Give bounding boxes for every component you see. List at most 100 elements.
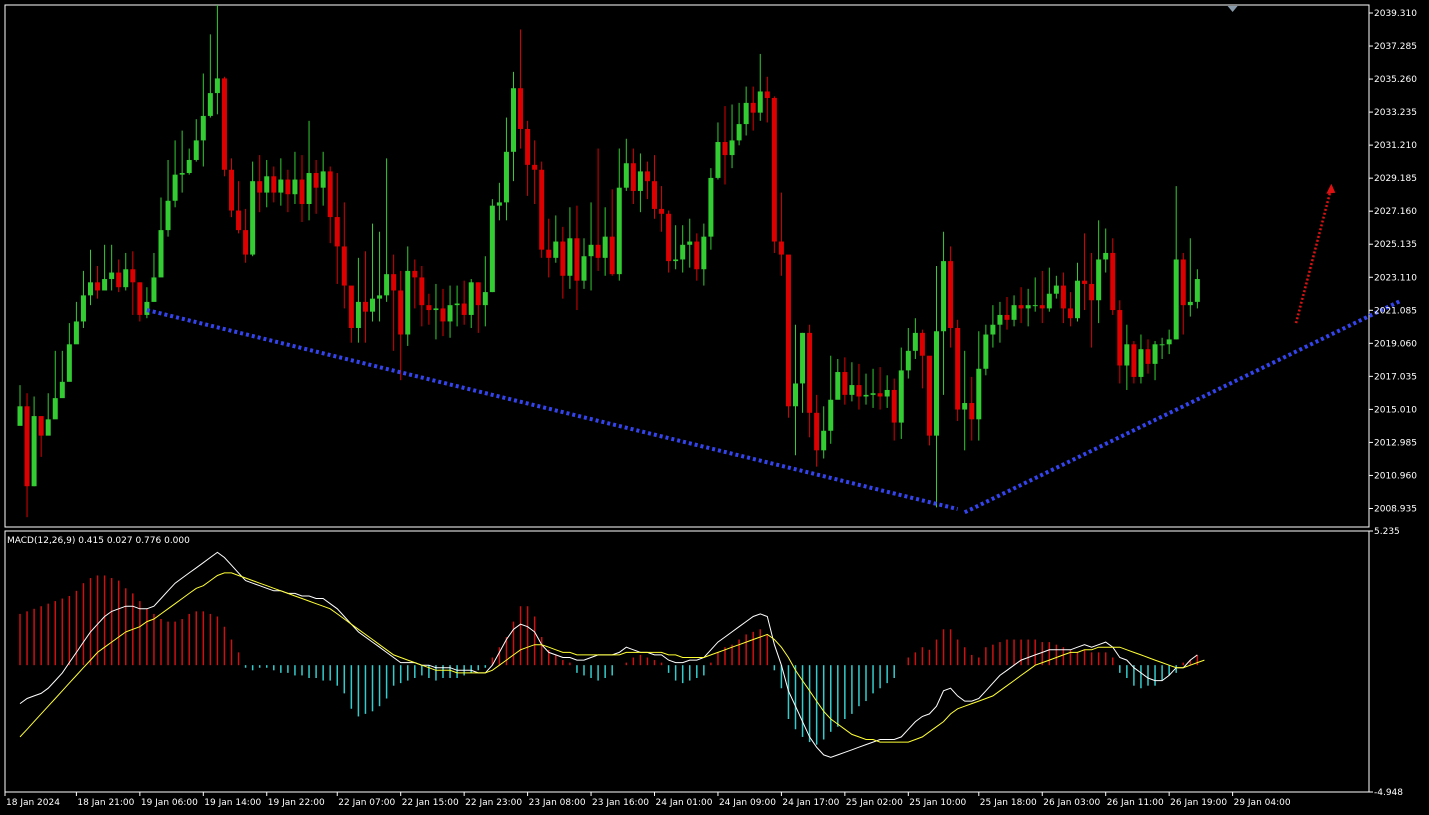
candle-body bbox=[496, 202, 502, 206]
candle-body bbox=[694, 241, 700, 270]
candle-body bbox=[616, 187, 622, 275]
price-tick-label: 2008.935 bbox=[1374, 504, 1417, 514]
candle-body bbox=[602, 236, 608, 258]
candle-body bbox=[503, 151, 509, 203]
candle-body bbox=[722, 142, 728, 156]
candle-body bbox=[88, 282, 93, 296]
candle-body bbox=[489, 205, 495, 293]
candle-body bbox=[299, 179, 305, 205]
candle-body bbox=[327, 171, 333, 218]
price-axis: 2039.310 2037.285 2035.260 2033.235 2031.210… bbox=[1369, 9, 1417, 514]
candle-body bbox=[680, 244, 686, 260]
candle-body bbox=[405, 270, 411, 335]
candle-body bbox=[461, 303, 467, 315]
candle-body bbox=[1110, 252, 1116, 311]
price-tick-label: 2025.135 bbox=[1374, 240, 1417, 250]
candle-body bbox=[384, 274, 390, 296]
candle-body bbox=[341, 246, 347, 286]
candle-body bbox=[151, 277, 157, 302]
candle-body bbox=[1124, 344, 1130, 366]
price-tick-label: 2012.985 bbox=[1374, 438, 1417, 448]
candle-body bbox=[200, 115, 206, 141]
candle-body bbox=[243, 230, 249, 255]
candle-body bbox=[919, 332, 925, 356]
candle-body bbox=[377, 295, 383, 299]
candle-body bbox=[574, 238, 580, 281]
candle-body bbox=[814, 412, 820, 451]
candle-body bbox=[884, 389, 890, 397]
candle-body bbox=[863, 394, 869, 397]
candle-body bbox=[518, 88, 524, 129]
candle-body bbox=[771, 97, 777, 242]
candle-body bbox=[736, 124, 742, 141]
time-tick-label: 26 Jan 03:00 bbox=[1043, 798, 1100, 808]
candle-body bbox=[95, 282, 101, 291]
candle-body bbox=[525, 128, 531, 165]
candle-body bbox=[856, 385, 862, 397]
candle-body bbox=[207, 93, 213, 116]
candle-body bbox=[644, 171, 650, 182]
candle-body bbox=[1180, 259, 1186, 306]
candle-body bbox=[1018, 305, 1024, 309]
time-tick-label: 18 Jan 21:00 bbox=[77, 798, 134, 808]
candle-body bbox=[1089, 283, 1095, 301]
candle-body bbox=[1103, 252, 1109, 260]
candle-body bbox=[1046, 293, 1052, 309]
candle-body bbox=[116, 272, 122, 288]
price-tick-label: 2015.010 bbox=[1374, 405, 1417, 415]
candle-body bbox=[1159, 344, 1165, 346]
candle-body bbox=[757, 91, 763, 113]
candle-body bbox=[870, 393, 876, 395]
price-tick-label: 2035.260 bbox=[1374, 75, 1417, 85]
time-tick-label: 19 Jan 06:00 bbox=[141, 798, 198, 808]
candle-body bbox=[1039, 305, 1045, 309]
candle-body bbox=[52, 398, 58, 420]
time-tick-label: 26 Jan 11:00 bbox=[1107, 798, 1164, 808]
candle-body bbox=[595, 244, 601, 258]
candle-body bbox=[990, 324, 996, 335]
candle-body bbox=[362, 301, 368, 312]
candle-body bbox=[1131, 344, 1137, 377]
candle-body bbox=[934, 331, 939, 436]
candle-body bbox=[1082, 280, 1088, 284]
candle-body bbox=[687, 241, 693, 245]
candle-body bbox=[221, 78, 227, 170]
signal-line bbox=[19, 572, 1205, 743]
trading-chart[interactable]: 2039.310 2037.285 2035.260 2033.235 2031.210… bbox=[0, 0, 1429, 815]
candle-body bbox=[969, 403, 975, 420]
trendline-drawings[interactable] bbox=[146, 6, 1403, 515]
candle-body bbox=[348, 285, 354, 328]
time-tick-label: 24 Jan 01:00 bbox=[656, 798, 713, 808]
candle-body bbox=[588, 244, 594, 257]
macd-tick-label: -4.948 bbox=[1374, 788, 1403, 798]
candle-body bbox=[278, 179, 284, 193]
candle-body bbox=[250, 181, 256, 255]
candle-body bbox=[877, 393, 883, 397]
candle-body bbox=[1145, 349, 1151, 364]
candle-body bbox=[652, 181, 657, 209]
candle-body bbox=[623, 163, 629, 188]
candle-body bbox=[637, 171, 643, 191]
projection-arrow-line bbox=[1294, 187, 1333, 324]
time-tick-label: 18 Jan 2024 bbox=[6, 798, 60, 808]
candle-body bbox=[701, 236, 707, 270]
candle-body bbox=[560, 241, 566, 276]
candle-body bbox=[257, 181, 263, 193]
candle-body bbox=[581, 256, 587, 281]
projection-arrowhead bbox=[1326, 183, 1336, 194]
candle-body bbox=[835, 372, 841, 400]
candle-body bbox=[334, 217, 340, 247]
candle-body bbox=[137, 282, 143, 315]
candle-body bbox=[912, 332, 918, 351]
time-tick-label: 19 Jan 14:00 bbox=[204, 798, 261, 808]
candle-body bbox=[264, 176, 270, 193]
candlestick-series bbox=[17, 5, 1200, 518]
candle-body bbox=[433, 308, 439, 311]
candle-body bbox=[849, 385, 855, 395]
candle-body bbox=[130, 269, 136, 283]
candle-body bbox=[941, 261, 947, 332]
candle-body bbox=[271, 176, 277, 193]
candle-body bbox=[1187, 301, 1193, 306]
candle-body bbox=[955, 327, 961, 410]
candle-body bbox=[412, 270, 418, 278]
